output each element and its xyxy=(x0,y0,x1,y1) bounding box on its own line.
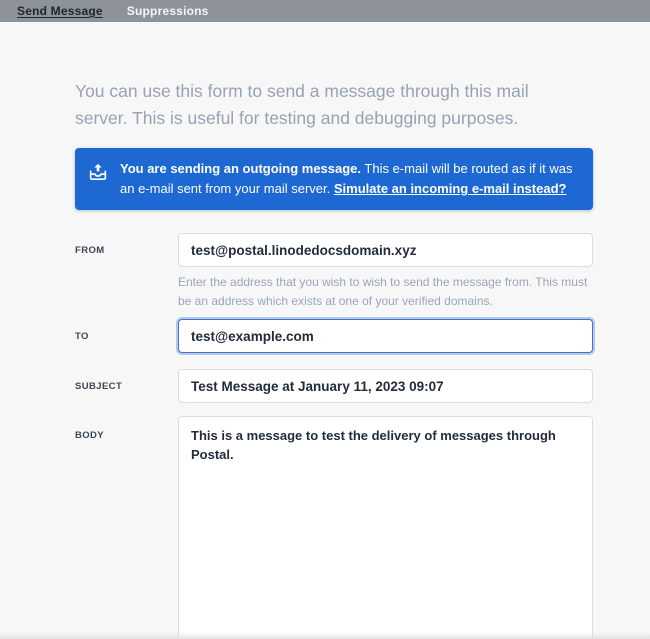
outbox-icon xyxy=(88,159,108,187)
send-message-form: FROM Enter the address that you wish to … xyxy=(75,233,593,639)
from-input[interactable] xyxy=(178,233,593,267)
body-row: BODY This is a message to test the deliv… xyxy=(75,416,593,639)
subject-input[interactable] xyxy=(178,369,593,403)
tab-send-message[interactable]: Send Message xyxy=(17,4,103,18)
body-textarea[interactable]: This is a message to test the delivery o… xyxy=(178,416,593,639)
to-label: TO xyxy=(75,331,89,342)
body-label: BODY xyxy=(75,430,104,441)
from-help-text: Enter the address that you wish to wish … xyxy=(178,273,590,311)
intro-text: You can use this form to send a message … xyxy=(75,78,580,132)
main-content: You can use this form to send a message … xyxy=(0,22,650,639)
tab-bar: Send Message Suppressions xyxy=(0,0,650,22)
from-row: FROM Enter the address that you wish to … xyxy=(75,233,593,311)
to-row: TO xyxy=(75,319,593,353)
tab-suppressions[interactable]: Suppressions xyxy=(127,4,209,18)
from-label: FROM xyxy=(75,245,105,256)
alert-bold-text: You are sending an outgoing message. xyxy=(120,161,361,176)
subject-label: SUBJECT xyxy=(75,381,122,392)
subject-row: SUBJECT xyxy=(75,369,593,403)
to-input[interactable] xyxy=(178,319,593,353)
outgoing-message-alert: You are sending an outgoing message. Thi… xyxy=(75,148,593,210)
simulate-incoming-link[interactable]: Simulate an incoming e-mail instead? xyxy=(334,181,567,196)
alert-text: You are sending an outgoing message. Thi… xyxy=(120,159,579,199)
